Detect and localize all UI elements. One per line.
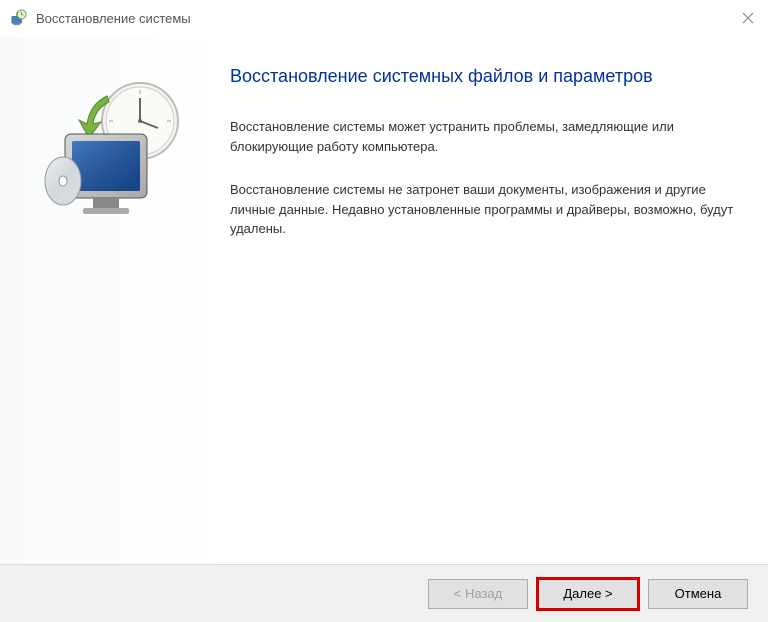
description-paragraph-1: Восстановление системы может устранить п…	[230, 117, 738, 156]
system-restore-icon	[8, 8, 28, 28]
content-area: Восстановление системных файлов и параме…	[0, 36, 768, 564]
restore-illustration-icon	[35, 76, 195, 236]
cancel-button[interactable]: Отмена	[648, 579, 748, 609]
titlebar: Восстановление системы	[0, 0, 768, 36]
next-button[interactable]: Далее >	[538, 579, 638, 609]
left-panel	[0, 36, 230, 564]
window-title: Восстановление системы	[36, 11, 191, 26]
description-paragraph-2: Восстановление системы не затронет ваши …	[230, 180, 738, 239]
page-heading: Восстановление системных файлов и параме…	[230, 66, 738, 87]
right-panel: Восстановление системных файлов и параме…	[230, 36, 768, 564]
button-bar: < Назад Далее > Отмена	[0, 564, 768, 622]
close-icon[interactable]	[738, 8, 758, 28]
back-button: < Назад	[428, 579, 528, 609]
